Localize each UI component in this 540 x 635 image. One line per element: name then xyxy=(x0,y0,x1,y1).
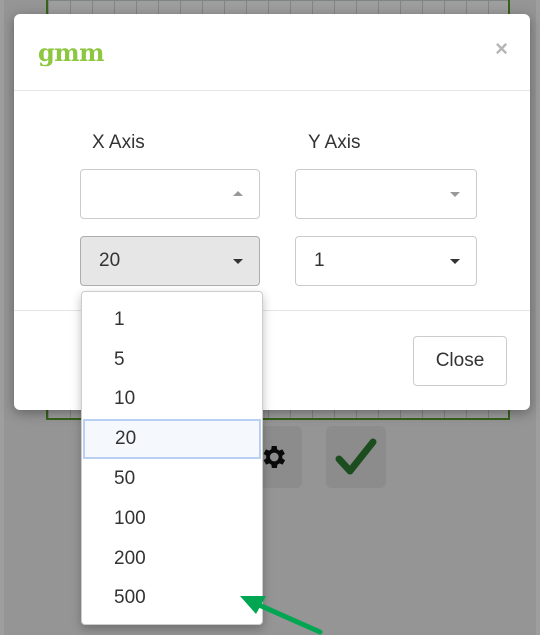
x-axis-variable-select[interactable] xyxy=(80,169,260,219)
brand-logo: gmm xyxy=(38,38,105,67)
y-axis-scale-value: 1 xyxy=(314,250,325,271)
close-icon[interactable]: × xyxy=(495,38,508,60)
chevron-down-icon xyxy=(450,192,460,197)
chevron-down-icon xyxy=(233,259,243,264)
y-axis-variable-select[interactable] xyxy=(295,169,477,219)
modal-header: gmm × xyxy=(14,14,530,91)
option-500[interactable]: 500 xyxy=(82,579,262,619)
option-10[interactable]: 10 xyxy=(82,380,262,420)
close-button[interactable]: Close xyxy=(413,336,507,386)
option-100[interactable]: 100 xyxy=(82,499,262,539)
x-axis-scale-value: 20 xyxy=(99,250,121,271)
annotation-arrow-icon xyxy=(240,596,323,635)
chevron-up-icon xyxy=(233,191,243,196)
chevron-down-icon xyxy=(450,259,460,264)
option-200[interactable]: 200 xyxy=(82,539,262,579)
option-1[interactable]: 1 xyxy=(82,300,262,340)
y-axis-scale-select[interactable]: 1 xyxy=(295,236,477,286)
x-axis-scale-select[interactable]: 20 xyxy=(80,236,260,286)
option-20-selected[interactable]: 20 xyxy=(83,419,261,460)
option-50[interactable]: 50 xyxy=(82,459,262,499)
option-5[interactable]: 5 xyxy=(82,340,262,380)
x-axis-label: X Axis xyxy=(92,132,145,153)
y-axis-label: Y Axis xyxy=(308,132,361,153)
x-axis-scale-options: 1 5 10 20 50 100 200 500 xyxy=(81,291,263,625)
